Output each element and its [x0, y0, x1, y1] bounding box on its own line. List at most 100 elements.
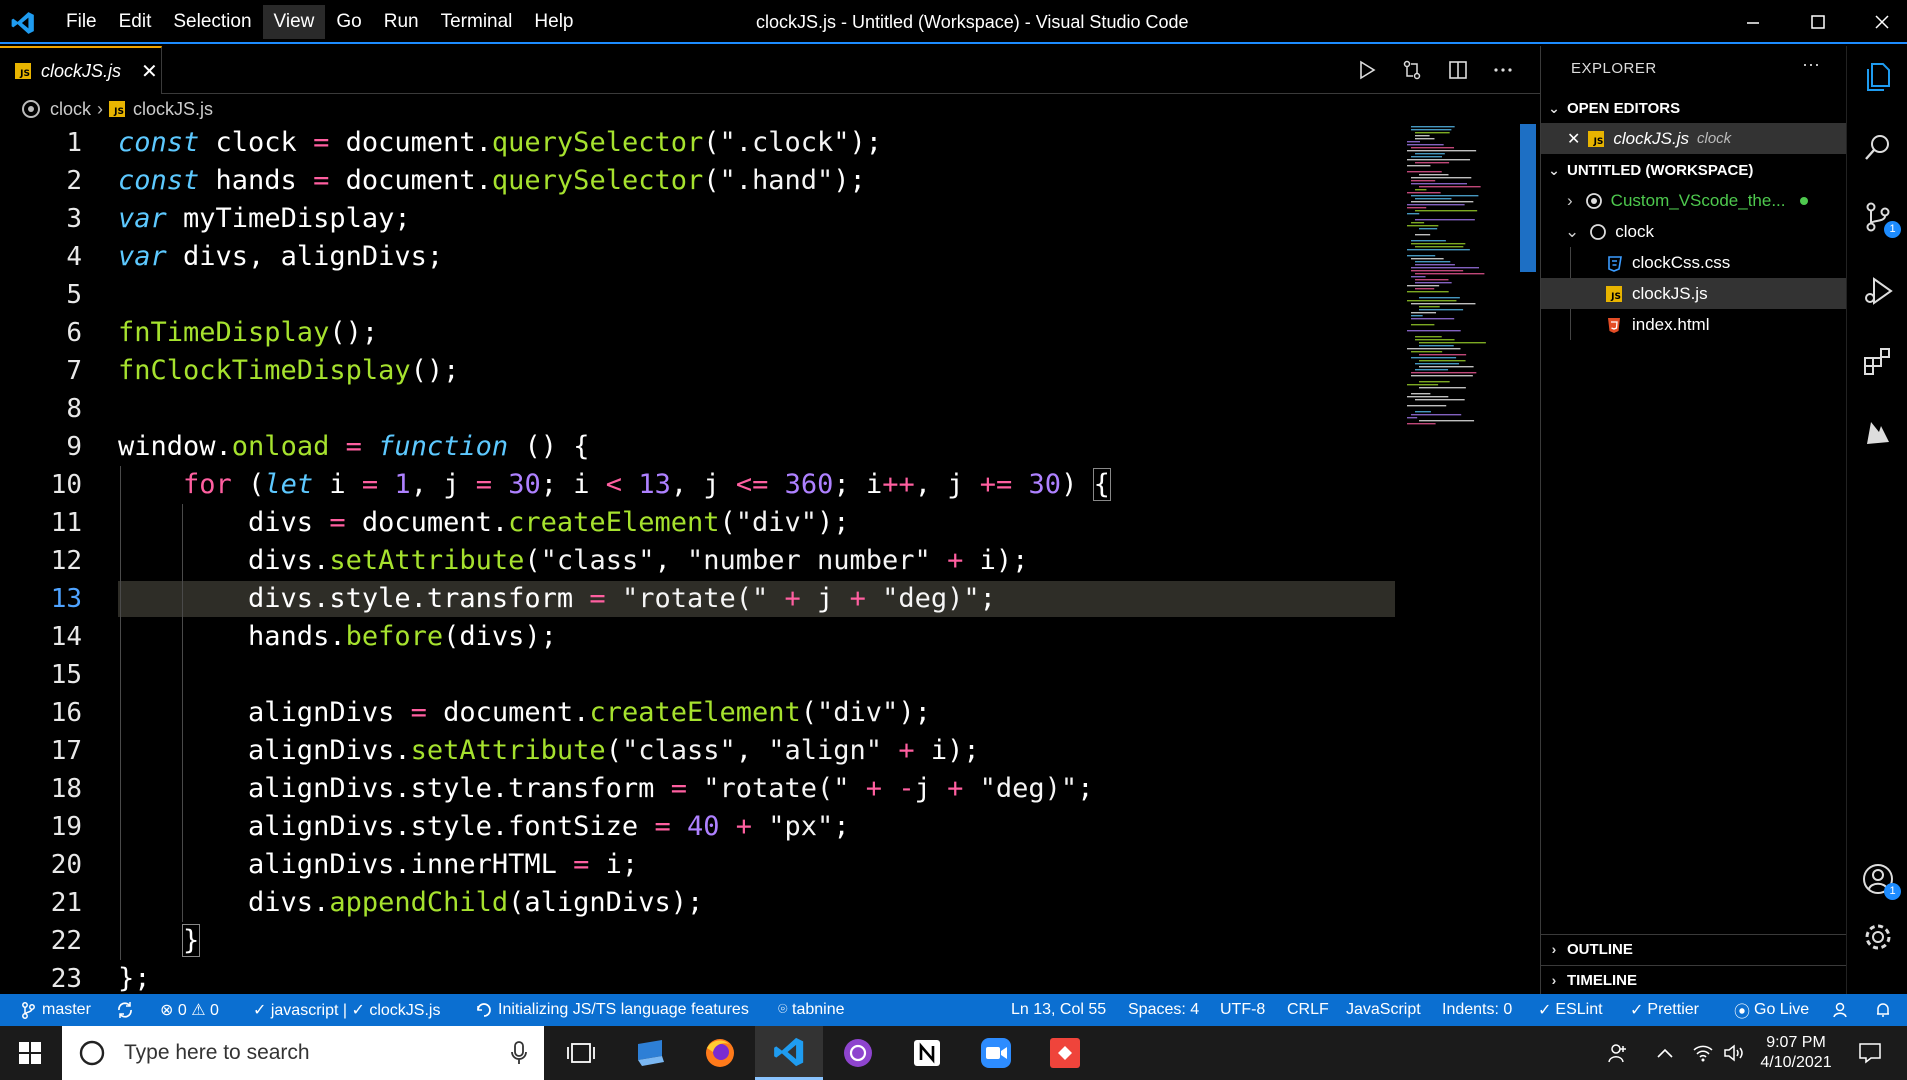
close-icon[interactable]: ✕	[1567, 129, 1580, 149]
network-button[interactable]	[1688, 1026, 1718, 1080]
feedback-button[interactable]	[1832, 994, 1850, 1026]
code-line[interactable]: 1 const clock = document.querySelector(".…	[0, 124, 1400, 162]
people-button[interactable]	[1598, 1026, 1638, 1080]
taskbar-app-notion[interactable]	[893, 1026, 961, 1080]
extensions-button[interactable]	[1859, 342, 1897, 380]
code-line[interactable]: 5	[0, 276, 1400, 314]
notifications-button[interactable]	[1874, 994, 1892, 1026]
menu-run[interactable]: Run	[373, 5, 430, 39]
code-line[interactable]: 22 }	[0, 922, 1400, 960]
code-line[interactable]: 10 for (let i = 1, j = 30; i < 13, j <= …	[0, 466, 1400, 504]
split-editor-button[interactable]	[1444, 56, 1472, 84]
code-line[interactable]: 3 var myTimeDisplay;	[0, 200, 1400, 238]
menu-terminal[interactable]: Terminal	[430, 5, 524, 39]
menu-edit[interactable]: Edit	[108, 5, 163, 39]
menu-file[interactable]: File	[55, 5, 108, 39]
breadcrumb-folder[interactable]: clock	[50, 99, 91, 120]
code-line[interactable]: 23};	[0, 960, 1400, 998]
folder-clock[interactable]: ⌄ clock	[1541, 216, 1847, 247]
problems-status[interactable]: ⊗ 0 ⚠ 0	[160, 994, 219, 1026]
taskbar-search[interactable]: Type here to search	[62, 1026, 544, 1080]
editor-scrollbar[interactable]	[1520, 124, 1536, 272]
prettier-status[interactable]: ✓ Prettier	[1630, 994, 1699, 1026]
file-index-html[interactable]: index.html	[1541, 309, 1847, 340]
outline-section[interactable]: › OUTLINE	[1541, 935, 1847, 963]
indentation-status[interactable]: Spaces: 4	[1128, 994, 1199, 1026]
code-line[interactable]: 14 hands.before(divs);	[0, 618, 1400, 656]
code-editor[interactable]: 1 const clock = document.querySelector(".…	[0, 124, 1405, 994]
chevron-right-icon: ›	[1551, 941, 1557, 957]
menu-selection[interactable]: Selection	[162, 5, 262, 39]
code-line[interactable]: 16 alignDivs = document.createElement("d…	[0, 694, 1400, 732]
language-mode[interactable]: JavaScript	[1346, 994, 1421, 1026]
code-line[interactable]: 2 const hands = document.querySelector(".…	[0, 162, 1400, 200]
code-line[interactable]: 19 alignDivs.style.fontSize = 40 + "px";	[0, 808, 1400, 846]
maximize-button[interactable]	[1796, 8, 1840, 36]
code-line[interactable]: 9 window.onload = function () {	[0, 428, 1400, 466]
code-line[interactable]: 15	[0, 656, 1400, 694]
minimize-button[interactable]	[1731, 8, 1775, 36]
git-branch-status[interactable]: master	[20, 994, 91, 1026]
cursor-position[interactable]: Ln 13, Col 55	[1011, 994, 1106, 1026]
code-line[interactable]: 6 fnTimeDisplay();	[0, 314, 1400, 352]
code-line[interactable]: 12 divs.setAttribute("class", "number nu…	[0, 542, 1400, 580]
show-hidden-icons-button[interactable]	[1648, 1026, 1682, 1080]
start-button[interactable]	[0, 1026, 60, 1080]
eol-status[interactable]: CRLF	[1287, 994, 1329, 1026]
menu-help[interactable]: Help	[523, 5, 584, 39]
eslint-status[interactable]: ✓ ESLint	[1538, 994, 1603, 1026]
source-control-button[interactable]: 1	[1859, 198, 1901, 238]
code-line[interactable]: 8	[0, 390, 1400, 428]
code-line[interactable]: 17 alignDivs.setAttribute("class", "alig…	[0, 732, 1400, 770]
run-file-button[interactable]	[1353, 56, 1381, 84]
open-changes-button[interactable]	[1398, 56, 1426, 84]
open-editor-item[interactable]: ✕ JS clockJS.js clock	[1541, 123, 1847, 154]
file-clockjs[interactable]: JS clockJS.js	[1541, 278, 1847, 309]
code-line[interactable]: 18 alignDivs.style.transform = "rotate("…	[0, 770, 1400, 808]
close-window-button[interactable]	[1860, 8, 1904, 36]
workspace-section[interactable]: ⌄ UNTITLED (WORKSPACE)	[1541, 156, 1847, 184]
taskbar-app-vscode[interactable]	[755, 1026, 823, 1080]
code-line[interactable]: 13 divs.style.transform = "rotate(" + j …	[0, 580, 1400, 618]
open-editors-section[interactable]: ⌄ OPEN EDITORS	[1541, 94, 1847, 122]
explorer-view-button[interactable]	[1859, 58, 1897, 96]
indents-status[interactable]: Indents: 0	[1442, 994, 1512, 1026]
volume-button[interactable]	[1720, 1026, 1750, 1080]
language-check-status[interactable]: ✓ javascript | ✓ clockJS.js	[253, 994, 440, 1026]
taskbar-app-zoom[interactable]	[962, 1026, 1030, 1080]
menu-go[interactable]: Go	[325, 5, 372, 39]
search-view-button[interactable]	[1859, 128, 1897, 166]
editor-more-button[interactable]	[1489, 56, 1517, 84]
microphone-icon[interactable]	[510, 1040, 528, 1066]
minimap[interactable]	[1405, 124, 1525, 444]
breadcrumb-file[interactable]: clockJS.js	[133, 99, 213, 120]
taskbar-app-files[interactable]	[617, 1026, 685, 1080]
clock-button[interactable]: 9:07 PM 4/10/2021	[1752, 1026, 1840, 1080]
encoding-status[interactable]: UTF-8	[1220, 994, 1265, 1026]
explorer-more-icon[interactable]: ···	[1802, 54, 1820, 75]
folder-custom-vscode[interactable]: › Custom_VScode_the...	[1541, 185, 1847, 216]
init-status[interactable]: Initializing JS/TS language features	[475, 994, 749, 1026]
taskbar-app-anydesk[interactable]	[1031, 1026, 1099, 1080]
taskbar-app-firefox[interactable]	[686, 1026, 754, 1080]
tab-close-icon[interactable]: ✕	[141, 59, 158, 84]
run-debug-button[interactable]	[1859, 272, 1897, 310]
code-line[interactable]: 7 fnClockTimeDisplay();	[0, 352, 1400, 390]
code-line[interactable]: 21 divs.appendChild(alignDivs);	[0, 884, 1400, 922]
go-live-button[interactable]: ⦿ Go Live	[1734, 994, 1809, 1026]
menu-view[interactable]: View	[262, 5, 326, 39]
timeline-section[interactable]: › TIMELINE	[1541, 966, 1847, 994]
sync-button[interactable]	[115, 994, 135, 1026]
code-line[interactable]: 20 alignDivs.innerHTML = i;	[0, 846, 1400, 884]
task-view-button[interactable]	[547, 1026, 615, 1080]
tab-clockjs[interactable]: JS clockJS.js ✕	[0, 46, 162, 94]
settings-button[interactable]	[1859, 918, 1897, 956]
action-center-button[interactable]	[1850, 1026, 1890, 1080]
code-line[interactable]: 4 var divs, alignDivs;	[0, 238, 1400, 276]
live-share-button[interactable]	[1859, 414, 1897, 452]
taskbar-app-github[interactable]	[824, 1026, 892, 1080]
file-clockcss[interactable]: clockCss.css	[1541, 247, 1847, 340]
accounts-button[interactable]: 1	[1859, 860, 1901, 900]
tabnine-status[interactable]: ⌾ tabnine	[778, 994, 845, 1026]
code-line[interactable]: 11 divs = document.createElement("div");	[0, 504, 1400, 542]
